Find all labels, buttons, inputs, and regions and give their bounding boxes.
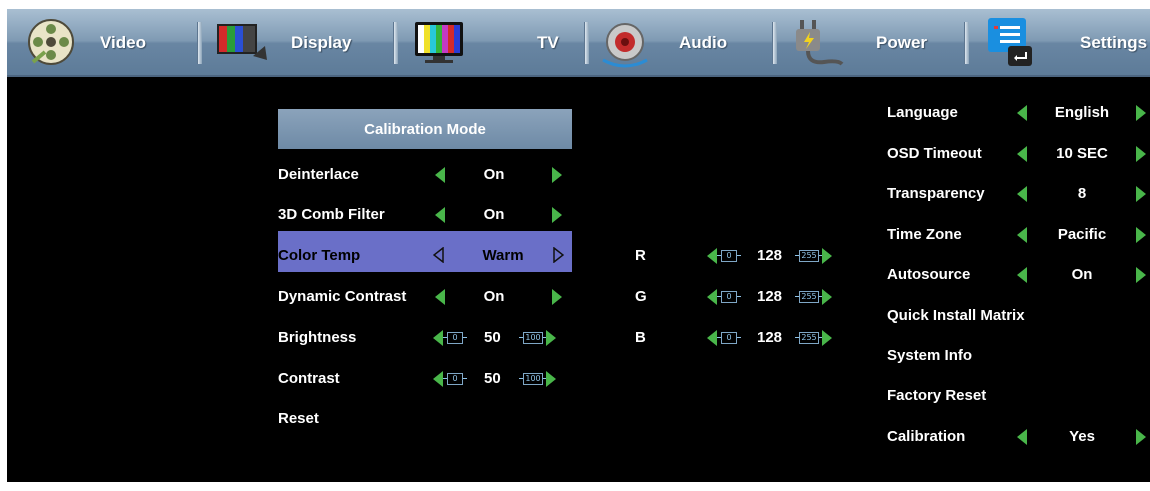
rgb-row-b[interactable]: B 0 128 255 — [635, 321, 875, 351]
tab-settings-label: Settings — [1080, 33, 1148, 52]
slider-increase-icon[interactable] — [822, 289, 832, 305]
rgb-row-r[interactable]: R 0 128 255 — [635, 239, 875, 269]
tab-tv-label: TV — [537, 33, 559, 52]
osd-screen: Video Display TV Audio Power Settings Ca… — [7, 9, 1150, 482]
settings-list-icon — [986, 16, 1038, 68]
speaker-icon — [599, 16, 651, 68]
menu-item-dynamic-contrast[interactable]: Dynamic Contrast On — [278, 280, 572, 310]
decrease-arrow-icon[interactable] — [1017, 227, 1027, 243]
contrast-slider[interactable]: 0 50 100 — [433, 370, 565, 387]
tab-bar: Video Display TV Audio Power Settings — [7, 9, 1150, 77]
decrease-arrow-icon[interactable] — [1017, 267, 1027, 283]
increase-arrow-icon[interactable] — [1136, 267, 1146, 283]
setting-transparency[interactable]: Transparency 8 — [887, 177, 1150, 207]
calibration-mode-header[interactable]: Calibration Mode — [278, 109, 572, 149]
blue-gain-slider[interactable]: 0 128 255 — [707, 329, 847, 346]
setting-quick-install-matrix[interactable]: Quick Install Matrix — [887, 299, 1150, 329]
tv-icon — [413, 16, 465, 68]
setting-calibration[interactable]: Calibration Yes — [887, 420, 1150, 450]
brightness-value: 50 — [484, 329, 501, 346]
increase-arrow-icon[interactable] — [552, 167, 562, 183]
decrease-arrow-icon[interactable] — [432, 246, 444, 264]
setting-language[interactable]: Language English — [887, 96, 1150, 126]
slider-decrease-icon[interactable] — [433, 330, 443, 346]
tab-separator — [772, 22, 777, 64]
increase-arrow-icon[interactable] — [552, 289, 562, 305]
decrease-arrow-icon[interactable] — [435, 289, 445, 305]
tab-separator — [393, 22, 398, 64]
setting-time-zone[interactable]: Time Zone Pacific — [887, 218, 1150, 248]
menu-item-3d-comb-filter[interactable]: 3D Comb Filter On — [278, 198, 572, 228]
color-bars-icon — [213, 16, 267, 68]
power-plug-icon — [788, 16, 844, 68]
slider-decrease-icon[interactable] — [707, 248, 717, 264]
decrease-arrow-icon[interactable] — [435, 207, 445, 223]
green-gain-slider[interactable]: 0 128 255 — [707, 288, 847, 305]
decrease-arrow-icon[interactable] — [1017, 105, 1027, 121]
menu-item-color-temp[interactable]: Color Temp Warm — [278, 239, 572, 269]
slider-increase-icon[interactable] — [822, 330, 832, 346]
slider-increase-icon[interactable] — [546, 371, 556, 387]
decrease-arrow-icon[interactable] — [1017, 146, 1027, 162]
menu-item-reset[interactable]: Reset — [278, 402, 572, 432]
decrease-arrow-icon[interactable] — [1017, 429, 1027, 445]
tab-audio-label: Audio — [679, 33, 728, 52]
slider-decrease-icon[interactable] — [707, 330, 717, 346]
tab-video-label: Video — [100, 33, 146, 52]
decrease-arrow-icon[interactable] — [435, 167, 445, 183]
rgb-row-g[interactable]: G 0 128 255 — [635, 280, 875, 310]
increase-arrow-icon[interactable] — [1136, 105, 1146, 121]
slider-increase-icon[interactable] — [546, 330, 556, 346]
setting-factory-reset[interactable]: Factory Reset — [887, 379, 1150, 409]
decrease-arrow-icon[interactable] — [1017, 186, 1027, 202]
tab-separator — [964, 22, 969, 64]
increase-arrow-icon[interactable] — [553, 246, 565, 264]
tab-display[interactable]: Display — [213, 9, 393, 75]
increase-arrow-icon[interactable] — [1136, 227, 1146, 243]
red-gain-value: 128 — [757, 247, 783, 264]
tab-audio[interactable]: Audio — [599, 9, 769, 75]
tab-separator — [584, 22, 589, 64]
tab-settings[interactable]: Settings — [982, 9, 1150, 75]
menu-item-deinterlace[interactable]: Deinterlace On — [278, 158, 572, 188]
menu-item-contrast[interactable]: Contrast 0 50 100 — [278, 362, 572, 392]
tab-power-label: Power — [876, 33, 928, 52]
increase-arrow-icon[interactable] — [1136, 186, 1146, 202]
setting-system-info[interactable]: System Info — [887, 339, 1150, 369]
slider-increase-icon[interactable] — [822, 248, 832, 264]
increase-arrow-icon[interactable] — [552, 207, 562, 223]
increase-arrow-icon[interactable] — [1136, 146, 1146, 162]
contrast-value: 50 — [484, 370, 501, 387]
tab-power[interactable]: Power — [788, 9, 958, 75]
slider-decrease-icon[interactable] — [707, 289, 717, 305]
tab-separator — [197, 22, 202, 64]
tab-video[interactable]: Video — [25, 9, 185, 75]
setting-osd-timeout[interactable]: OSD Timeout 10 SEC — [887, 137, 1150, 167]
setting-autosource[interactable]: Autosource On — [887, 258, 1150, 288]
brightness-slider[interactable]: 0 50 100 — [433, 329, 565, 346]
menu-item-brightness[interactable]: Brightness 0 50 100 — [278, 321, 572, 351]
red-gain-slider[interactable]: 0 128 255 — [707, 247, 847, 264]
blue-gain-value: 128 — [757, 329, 783, 346]
tab-display-label: Display — [291, 33, 352, 52]
green-gain-value: 128 — [757, 288, 783, 305]
film-reel-icon — [25, 16, 77, 68]
increase-arrow-icon[interactable] — [1136, 429, 1146, 445]
slider-decrease-icon[interactable] — [433, 371, 443, 387]
tab-tv[interactable]: TV — [409, 9, 579, 75]
